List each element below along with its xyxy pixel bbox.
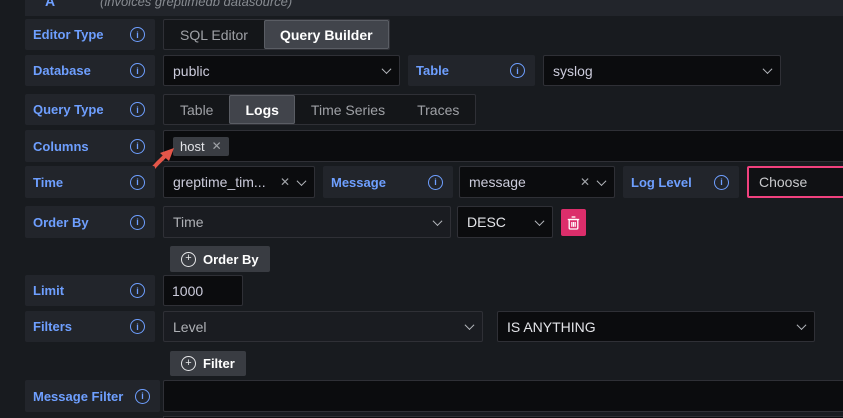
info-icon[interactable] [130, 102, 145, 117]
order-by-field-select[interactable]: Time [163, 206, 451, 238]
plus-circle-icon [181, 252, 196, 267]
message-filter-input[interactable] [163, 380, 843, 412]
time-label: Time [25, 166, 155, 198]
query-row-header[interactable]: A (invoices greptimedb datasource) [25, 0, 843, 16]
segment-table[interactable]: Table [164, 95, 229, 124]
label-text: Message Filter [33, 389, 123, 404]
add-order-by-label: Order By [203, 252, 259, 267]
column-tag-host[interactable]: host [173, 137, 229, 156]
order-by-label: Order By [25, 206, 155, 238]
label-text: Message [331, 175, 386, 190]
info-icon[interactable] [130, 139, 145, 154]
query-type-group: Table Logs Time Series Traces [163, 94, 476, 125]
label-text: Columns [33, 139, 89, 154]
clear-icon[interactable] [580, 176, 590, 188]
segment-sql-editor[interactable]: SQL Editor [164, 20, 264, 49]
label-text: Order By [33, 215, 89, 230]
info-icon[interactable] [510, 63, 525, 78]
table-value: syslog [553, 63, 756, 79]
add-order-by-button[interactable]: Order By [170, 246, 270, 272]
query-type-label: Query Type [25, 94, 155, 125]
label-text: Table [416, 63, 449, 78]
order-by-field-value: Time [173, 214, 426, 230]
trash-icon [567, 216, 580, 230]
info-icon[interactable] [714, 175, 729, 190]
log-level-placeholder: Choose [759, 174, 807, 190]
segment-traces[interactable]: Traces [401, 95, 475, 124]
database-label: Database [25, 55, 155, 86]
chevron-down-icon [763, 64, 773, 74]
clear-icon[interactable] [280, 176, 290, 188]
order-direction-value: DESC [467, 214, 528, 230]
tag-label: host [180, 139, 205, 154]
log-level-select[interactable]: Choose [747, 166, 843, 198]
chevron-down-icon [535, 216, 545, 226]
info-icon[interactable] [130, 215, 145, 230]
chevron-down-icon [382, 64, 392, 74]
table-label: Table [408, 55, 535, 86]
limit-input[interactable] [163, 275, 243, 306]
filters-label: Filters [25, 311, 155, 342]
filter-operator-select[interactable]: IS ANYTHING [497, 311, 815, 342]
database-select[interactable]: public [163, 55, 400, 86]
editor-type-label: Editor Type [25, 19, 155, 50]
info-icon[interactable] [130, 27, 145, 42]
chevron-down-icon [597, 176, 607, 186]
segment-logs[interactable]: Logs [229, 95, 294, 124]
chevron-down-icon [465, 320, 475, 330]
chevron-down-icon [797, 320, 807, 330]
label-text: Filters [33, 319, 72, 334]
database-value: public [173, 63, 375, 79]
order-direction-select[interactable]: DESC [457, 206, 553, 238]
datasource-note: (invoices greptimedb datasource) [100, 0, 292, 9]
filter-operator-value: IS ANYTHING [507, 319, 790, 335]
message-value: message [469, 174, 572, 190]
info-icon[interactable] [130, 283, 145, 298]
time-column-select[interactable]: greptime_tim... [163, 166, 315, 198]
label-text: Time [33, 175, 63, 190]
label-text: Log Level [631, 175, 692, 190]
info-icon[interactable] [428, 175, 443, 190]
add-filter-button[interactable]: Filter [170, 351, 246, 376]
label-text: Editor Type [33, 27, 104, 42]
table-select[interactable]: syslog [543, 55, 781, 86]
message-label: Message [323, 166, 453, 198]
remove-order-by-button[interactable] [561, 209, 586, 236]
label-text: Database [33, 63, 91, 78]
columns-label: Columns [25, 130, 155, 162]
query-editor: A (invoices greptimedb datasource) Edito… [0, 0, 843, 418]
label-text: Query Type [33, 102, 104, 117]
add-filter-label: Filter [203, 356, 235, 371]
info-icon[interactable] [135, 389, 150, 404]
chevron-down-icon [433, 216, 443, 226]
query-refid: A [45, 0, 55, 9]
columns-multiselect[interactable]: host [163, 130, 843, 162]
segment-time-series[interactable]: Time Series [295, 95, 401, 124]
message-filter-label: Message Filter [25, 380, 160, 412]
info-icon[interactable] [130, 175, 145, 190]
label-text: Limit [33, 283, 64, 298]
limit-label: Limit [25, 275, 155, 306]
message-column-select[interactable]: message [459, 166, 615, 198]
filter-field-value: Level [173, 319, 458, 335]
chevron-down-icon [297, 176, 307, 186]
close-icon[interactable] [212, 140, 222, 152]
info-icon[interactable] [130, 319, 145, 334]
log-level-label: Log Level [623, 166, 739, 198]
plus-circle-icon [181, 356, 196, 371]
info-icon[interactable] [130, 63, 145, 78]
filter-field-select[interactable]: Level [163, 311, 483, 342]
segment-query-builder[interactable]: Query Builder [264, 20, 389, 49]
editor-type-group: SQL Editor Query Builder [163, 19, 390, 50]
time-value: greptime_tim... [173, 174, 272, 190]
